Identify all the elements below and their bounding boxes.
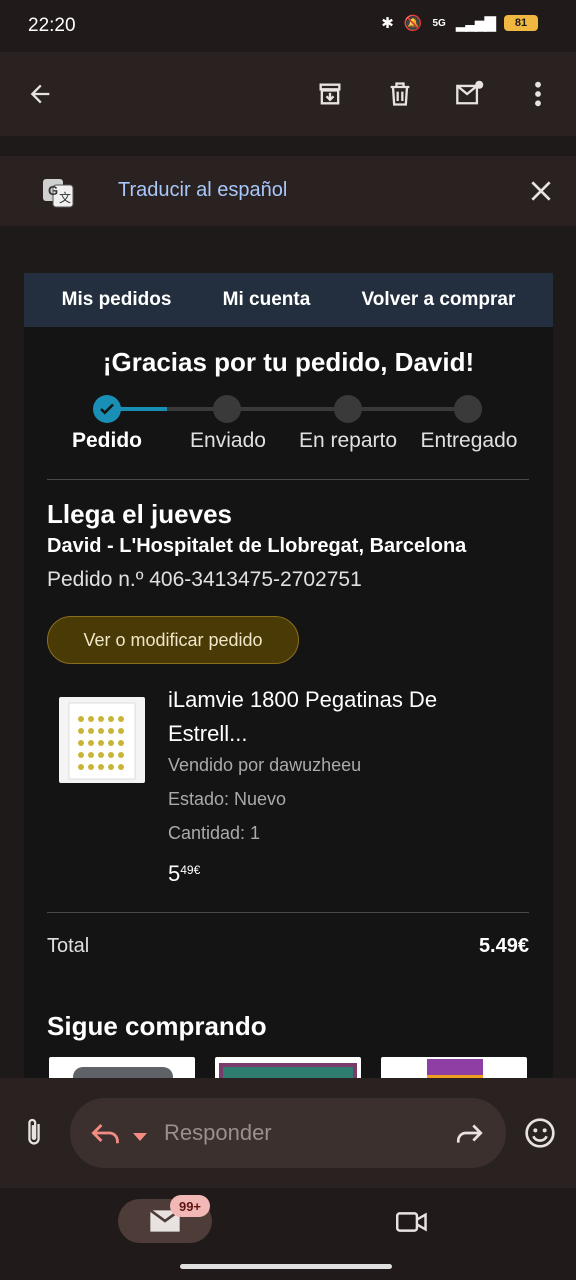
signal-icon: ▂▃▅▇ <box>455 15 496 32</box>
reply-bar: Responder <box>0 1078 576 1188</box>
status-bar: 22:20 ✱ 🔕 5G ▂▃▅▇ 81 <box>0 0 576 52</box>
recommended-product[interactable] <box>215 1057 361 1078</box>
battery-icon: 81 <box>504 15 538 31</box>
status-time: 22:20 <box>28 15 76 36</box>
translate-icon: G文 <box>42 176 74 213</box>
translate-bar: G文 Traducir al español <box>0 156 576 226</box>
check-icon <box>100 403 114 415</box>
more-vert-icon[interactable] <box>514 70 562 118</box>
step-dot-en-reparto <box>334 395 362 423</box>
divider <box>47 479 529 480</box>
mark-unread-icon[interactable] <box>446 70 494 118</box>
recommended-product[interactable] <box>381 1057 527 1078</box>
product-condition: Estado: Nuevo <box>168 789 287 809</box>
progress-line-3 <box>347 407 467 411</box>
step-dot-entregado <box>454 395 482 423</box>
reply-placeholder: Responder <box>164 1120 272 1145</box>
attachment-icon[interactable] <box>20 1116 48 1153</box>
bluetooth-icon: ✱ <box>381 15 394 32</box>
tab-mis-pedidos[interactable]: Mis pedidos <box>62 289 172 311</box>
product-thumbnail[interactable] <box>59 697 145 783</box>
network-label: 5G <box>432 17 446 29</box>
email-toolbar <box>0 52 576 136</box>
email-nav-tabs: Mis pedidos Mi cuenta Volver a comprar <box>24 273 553 327</box>
step-dot-enviado <box>213 395 241 423</box>
emoji-icon[interactable] <box>524 1117 556 1154</box>
back-arrow-icon[interactable] <box>16 70 64 118</box>
step-dot-pedido <box>93 395 121 423</box>
trash-icon[interactable] <box>376 70 424 118</box>
total-label: Total <box>47 935 90 957</box>
step-label-en-reparto: En reparto <box>298 429 398 452</box>
nav-meet[interactable] <box>396 1209 428 1240</box>
order-number: Pedido n.º 406-3413475-2702751 <box>47 568 362 591</box>
divider <box>47 912 529 913</box>
product-seller: Vendido por dawuzheeu <box>168 755 362 775</box>
keep-shopping-heading: Sigue comprando <box>47 1011 267 1041</box>
svg-text:文: 文 <box>59 190 71 205</box>
translate-link[interactable]: Traducir al español <box>118 179 287 202</box>
svg-text:G: G <box>48 183 58 198</box>
thanks-heading: ¡Gracias por tu pedido, David! <box>102 347 475 377</box>
progress-tracker <box>24 393 553 423</box>
reply-icon[interactable] <box>90 1119 122 1152</box>
tab-mi-cuenta[interactable]: Mi cuenta <box>223 289 311 311</box>
home-indicator[interactable] <box>180 1264 392 1269</box>
order-card: Mis pedidos Mi cuenta Volver a comprar ¡… <box>24 273 553 1078</box>
arrival-heading: Llega el jueves <box>47 499 232 529</box>
step-label-enviado: Enviado <box>190 429 266 452</box>
unread-badge: 99+ <box>170 1195 210 1217</box>
email-body: Mis pedidos Mi cuenta Volver a comprar ¡… <box>0 226 576 1078</box>
status-icons: ✱ 🔕 5G ▂▃▅▇ 81 <box>381 14 538 32</box>
total-value: 5.49€ <box>478 935 529 957</box>
step-label-pedido: Pedido <box>71 429 143 452</box>
bottom-nav: 99+ <box>0 1188 576 1280</box>
step-label-entregado: Entregado <box>420 429 518 452</box>
archive-icon[interactable] <box>306 70 354 118</box>
reply-input[interactable]: Responder <box>70 1098 506 1168</box>
close-icon[interactable] <box>528 178 554 209</box>
progress-labels: Pedido Enviado En reparto Entregado <box>24 429 553 459</box>
delivery-address: David - L'Hospitalet de Llobregat, Barce… <box>47 535 467 557</box>
progress-line-2 <box>227 407 347 411</box>
product-quantity: Cantidad: 1 <box>168 823 261 843</box>
silent-icon: 🔕 <box>403 15 423 32</box>
product-name[interactable]: iLamvie 1800 Pegatinas De Estrell... <box>168 683 498 751</box>
tab-volver-a-comprar[interactable]: Volver a comprar <box>362 289 516 311</box>
video-icon <box>396 1212 427 1232</box>
forward-icon[interactable] <box>454 1119 484 1152</box>
recommended-product[interactable] <box>49 1057 195 1078</box>
chevron-down-icon[interactable] <box>132 1129 148 1147</box>
product-price: 549€ <box>168 861 201 886</box>
view-order-button[interactable]: Ver o modificar pedido <box>47 616 299 664</box>
